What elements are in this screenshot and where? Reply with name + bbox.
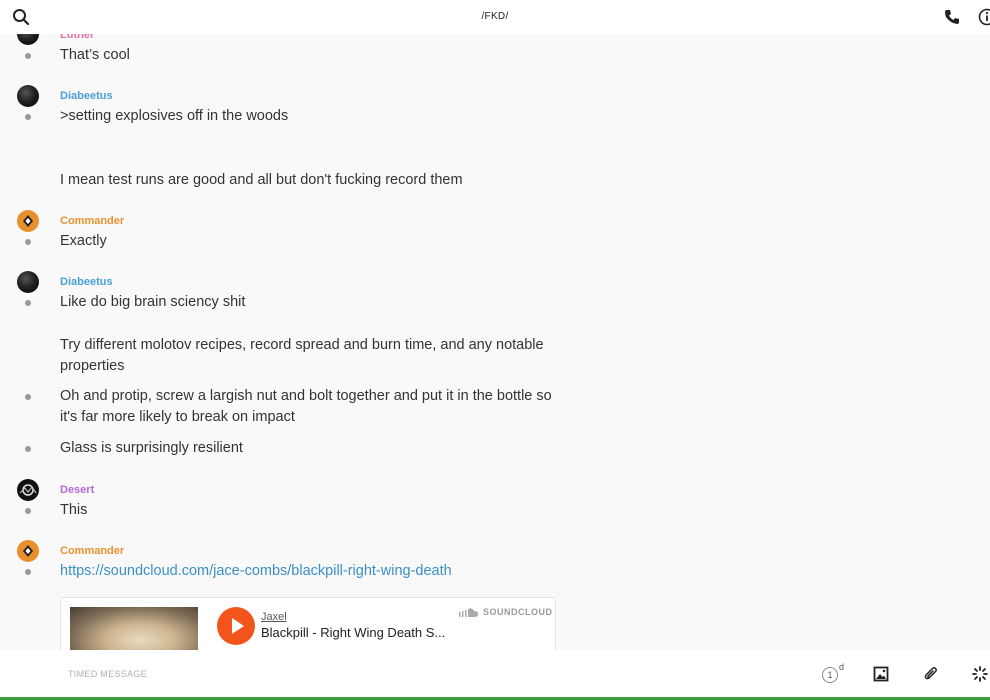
author-name[interactable]: Commander [60,215,124,227]
timer-value: 1 [822,667,838,683]
message-text: Like do big brain sciency shit [60,294,246,310]
message-text: Exactly [60,233,107,249]
message-input[interactable]: TIMED MESSAGE [68,669,147,679]
message-text: Oh and protip, screw a largish nut and b… [60,388,552,425]
message-text: >setting explosives off in the woods [60,108,289,124]
info-icon[interactable] [978,8,990,26]
message-status-dot [25,239,31,245]
avatar[interactable] [17,210,39,232]
message-status-dot [25,114,31,120]
message-status-dot [25,394,31,400]
image-icon[interactable] [873,666,889,682]
provider-label: SOUNDCLOUD [459,607,553,617]
play-button[interactable] [217,607,255,645]
message-status-dot [25,569,31,575]
avatar[interactable] [17,85,39,107]
timer-unit: d [839,662,845,672]
message-text: This [60,502,88,518]
soundcloud-icon [459,608,479,617]
loading-spinner-icon[interactable] [972,666,988,682]
provider-name: SOUNDCLOUD [483,607,553,617]
author-name[interactable]: Desert [60,484,94,496]
chat-header: /FKD/ [0,0,990,34]
track-title[interactable]: Blackpill - Right Wing Death S... [261,625,445,640]
message-status-dot [25,300,31,306]
message-status-dot [25,53,31,59]
author-name[interactable]: Diabeetus [60,90,113,102]
paperclip-icon[interactable] [923,666,939,682]
soundcloud-embed[interactable]: Jaxel Blackpill - Right Wing Death S... … [60,597,556,650]
diamond-logo-icon [23,545,33,557]
message-text: Glass is surprisingly resilient [60,440,243,456]
author-name[interactable]: Commander [60,545,124,557]
chat-title[interactable]: /FKD/ [0,11,990,22]
avatar[interactable] [17,540,39,562]
avatar[interactable] [17,271,39,293]
diamond-logo-icon [23,215,33,227]
avatar[interactable] [17,479,39,501]
message-status-dot [25,446,31,452]
track-artwork[interactable] [70,607,198,650]
message-list: Luther That’s cool Diabeetus >setting ex… [0,0,990,650]
timer-button[interactable]: 1 d [822,662,845,685]
author-name[interactable]: Diabeetus [60,276,113,288]
message-status-dot [25,508,31,514]
avatar-image [19,484,37,496]
phone-icon[interactable] [944,9,960,25]
track-artist[interactable]: Jaxel [261,611,287,623]
message-link[interactable]: https://soundcloud.com/jace-combs/blackp… [60,561,560,582]
message-text: That’s cool [60,47,130,63]
message-text: Try different molotov recipes, record sp… [60,337,544,374]
message-text: I mean test runs are good and all but do… [60,172,463,188]
composer: TIMED MESSAGE 1 d [0,650,990,698]
